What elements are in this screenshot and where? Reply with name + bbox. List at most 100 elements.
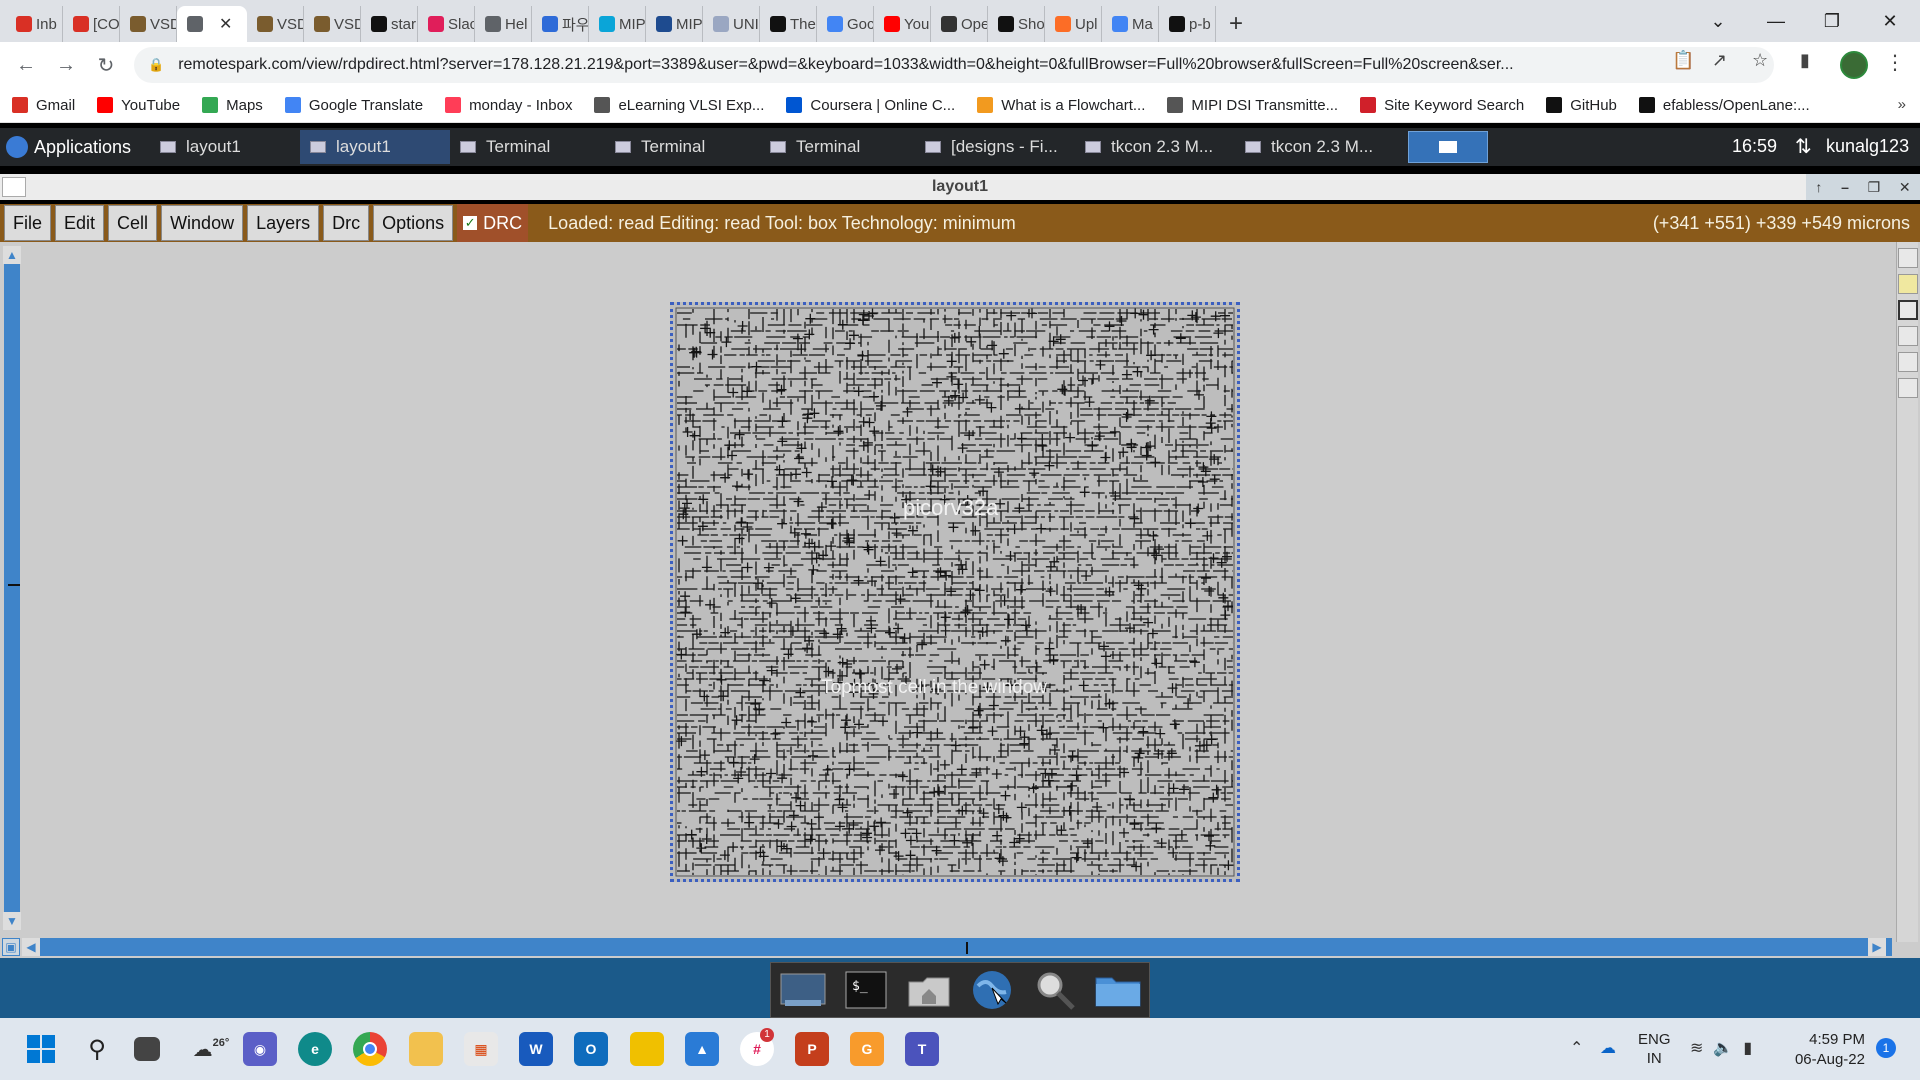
outlook-icon[interactable]: O <box>574 1032 608 1066</box>
panel-task-button[interactable]: Terminal <box>605 130 760 164</box>
volume-icon[interactable]: 🔈 <box>1713 1040 1743 1057</box>
browser-tab[interactable]: You <box>874 6 931 42</box>
browser-tab[interactable]: Sho <box>988 6 1045 42</box>
photos-icon[interactable]: ▲ <box>685 1032 719 1066</box>
panel-task-button[interactable]: layout1 <box>300 130 450 164</box>
back-arrow-icon[interactable]: ← <box>6 45 46 85</box>
browser-tab[interactable]: ✕ <box>177 6 247 42</box>
layer-swatch[interactable] <box>1898 248 1918 268</box>
home-folder-icon[interactable] <box>904 968 954 1012</box>
window-icon[interactable] <box>2 177 26 197</box>
scroll-up-icon[interactable]: ▲ <box>3 246 21 264</box>
bookmark-item[interactable]: What is a Flowchart... <box>977 97 1145 114</box>
browser-tab[interactable]: Upl <box>1045 6 1102 42</box>
bookmark-item[interactable]: Google Translate <box>284 97 423 114</box>
bookmark-item[interactable]: GitHub <box>1546 97 1617 114</box>
close-window-icon[interactable]: ✕ <box>1862 0 1918 42</box>
scroll-left-icon[interactable]: ◀ <box>22 938 40 956</box>
browser-tab[interactable]: Ope <box>931 6 988 42</box>
maximize-icon[interactable]: ❐ <box>1868 179 1881 196</box>
forward-arrow-icon[interactable]: → <box>46 45 86 85</box>
panel-clock[interactable]: 16:59 <box>1732 136 1777 157</box>
lock-icon[interactable]: 🔒 <box>148 57 164 73</box>
tab-search-icon[interactable]: ⌄ <box>1690 0 1746 42</box>
network-arrows-icon[interactable]: ⇅ <box>1795 134 1812 159</box>
tray-overflow-icon[interactable]: ⌃ <box>1570 1038 1583 1058</box>
bookmark-item[interactable]: monday - Inbox <box>445 97 572 114</box>
panel-task-button[interactable]: layout1 <box>150 130 300 164</box>
scroll-right-icon[interactable]: ▶ <box>1868 938 1886 956</box>
close-tab-icon[interactable]: ✕ <box>219 14 232 34</box>
menu-file[interactable]: File <box>4 205 52 241</box>
browser-tab[interactable]: Goc <box>817 6 874 42</box>
task-view-icon[interactable] <box>134 1037 160 1061</box>
reload-icon[interactable]: ↻ <box>86 45 126 85</box>
bookmark-item[interactable]: Gmail <box>12 97 75 114</box>
menu-drc[interactable]: Drc <box>323 205 370 241</box>
powerpoint-icon[interactable]: P <box>795 1032 829 1066</box>
share-icon[interactable]: ↗ <box>1712 50 1727 71</box>
layer-swatch[interactable] <box>1898 326 1918 346</box>
layer-swatch[interactable] <box>1898 352 1918 372</box>
panel-task-button[interactable]: Terminal <box>760 130 915 164</box>
browser-tab[interactable]: Slac <box>418 6 475 42</box>
browser-tab[interactable]: Inb <box>6 6 63 42</box>
layer-swatch[interactable] <box>1898 300 1918 320</box>
web-browser-icon[interactable] <box>967 968 1017 1012</box>
microsoft-store-icon[interactable]: ▦ <box>464 1032 498 1066</box>
close-icon[interactable]: ✕ <box>1899 179 1911 196</box>
clipboard-icon[interactable]: 📋 <box>1672 50 1694 71</box>
vertical-scrollbar[interactable]: ▲ ▼ <box>3 246 21 930</box>
menu-window[interactable]: Window <box>161 205 244 241</box>
teams-chat-icon[interactable]: ◉ <box>243 1032 277 1066</box>
browser-tab[interactable]: p-b <box>1159 6 1216 42</box>
scroll-down-icon[interactable]: ▼ <box>3 912 21 930</box>
terminal-icon[interactable]: $_ <box>841 968 891 1012</box>
show-desktop-button[interactable] <box>1408 131 1488 163</box>
bookmark-item[interactable]: YouTube <box>97 97 180 114</box>
menu-layers[interactable]: Layers <box>247 205 320 241</box>
show-desktop-icon[interactable] <box>778 968 828 1012</box>
restore-icon[interactable]: ❐ <box>1804 0 1860 42</box>
layout-canvas[interactable]: ▲ ▼ ▣ ◀ ▶ picorv32a Topmost cell in the … <box>0 242 1920 958</box>
browser-tab[interactable]: Hel <box>475 6 532 42</box>
panel-user[interactable]: kunalg123 <box>1826 136 1909 157</box>
minimize-icon[interactable]: – <box>1841 179 1849 195</box>
horizontal-scroll-thumb[interactable] <box>966 942 968 954</box>
panel-task-button[interactable]: tkcon 2.3 M... <box>1235 130 1395 164</box>
onedrive-icon[interactable]: ☁ <box>1600 1038 1616 1058</box>
search-icon[interactable]: ⚲ <box>80 1032 114 1066</box>
vertical-scroll-thumb[interactable] <box>8 584 20 586</box>
folder-icon[interactable] <box>1093 968 1143 1012</box>
browser-tab[interactable]: MIP <box>646 6 703 42</box>
placed-cell-layout[interactable]: picorv32a Topmost cell in the window <box>670 302 1240 882</box>
browser-tab[interactable]: 파우 <box>532 6 589 42</box>
browser-tab[interactable]: VSD <box>120 6 177 42</box>
address-bar[interactable]: 🔒 remotespark.com/view/rdpdirect.html?se… <box>134 47 1774 83</box>
word-icon[interactable]: W <box>519 1032 553 1066</box>
bookmark-star-icon[interactable]: ☆ <box>1752 50 1768 71</box>
browser-tab[interactable]: UNI <box>703 6 760 42</box>
search-icon[interactable] <box>1030 968 1080 1012</box>
browser-tab[interactable]: [CO <box>63 6 120 42</box>
system-clock[interactable]: 4:59 PM 06-Aug-22 <box>1785 1030 1865 1070</box>
layer-swatch[interactable] <box>1898 378 1918 398</box>
edge-icon[interactable]: e <box>298 1032 332 1066</box>
address-url[interactable]: remotespark.com/view/rdpdirect.html?serv… <box>178 56 1658 74</box>
sticky-notes-icon[interactable] <box>630 1032 664 1066</box>
teams-icon[interactable]: T <box>905 1032 939 1066</box>
weather-widget[interactable]: ☁ 26° <box>188 1032 234 1066</box>
bookmark-item[interactable]: Maps <box>202 97 263 114</box>
raise-icon[interactable]: ↑ <box>1815 179 1822 195</box>
language-indicator[interactable]: ENG IN <box>1638 1030 1671 1068</box>
file-explorer-icon[interactable] <box>409 1032 443 1066</box>
minimize-icon[interactable]: — <box>1748 0 1804 42</box>
menu-edit[interactable]: Edit <box>55 205 105 241</box>
panel-task-button[interactable]: Terminal <box>450 130 605 164</box>
new-tab-button[interactable]: + <box>1216 6 1256 42</box>
applications-menu[interactable]: Applications <box>0 136 150 158</box>
menu-cell[interactable]: Cell <box>108 205 158 241</box>
bookmark-item[interactable]: Site Keyword Search <box>1360 97 1524 114</box>
browser-tab[interactable]: VSD <box>304 6 361 42</box>
bookmarks-overflow[interactable]: » <box>1898 96 1906 113</box>
